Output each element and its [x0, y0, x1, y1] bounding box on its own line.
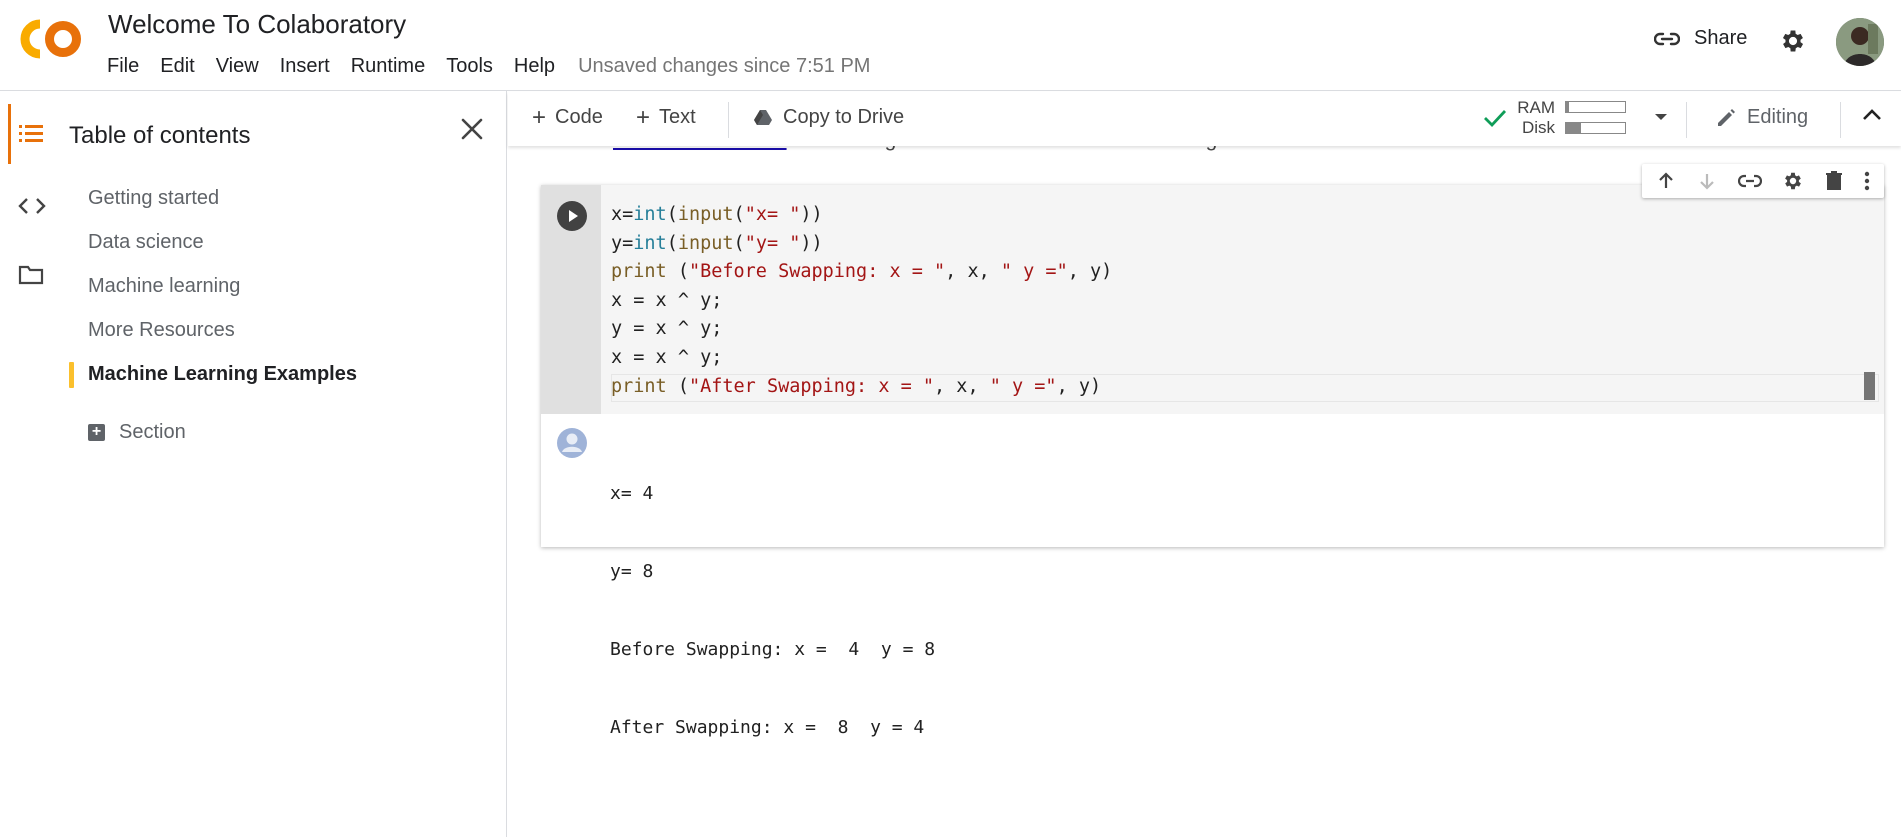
section-label: Section [119, 421, 186, 443]
plus-icon: + [636, 103, 651, 131]
output-user-icon[interactable] [556, 427, 588, 459]
copy-to-drive-label: Copy to Drive [783, 106, 905, 128]
cell-toolbar [1642, 164, 1884, 198]
toc-item-ml-examples[interactable]: Machine Learning Examples [66, 362, 357, 406]
toc-item-machine-learning[interactable]: Machine learning [66, 274, 357, 318]
side-rail [0, 91, 64, 837]
code-line[interactable]: x = x ^ y; [611, 287, 1112, 316]
menu-view[interactable]: View [216, 55, 259, 78]
code-line[interactable]: x=int(input("x= ")) [611, 201, 1112, 230]
disk-label: Disk [1521, 118, 1555, 137]
menu-tools[interactable]: Tools [446, 55, 493, 78]
add-text-label: Text [659, 106, 696, 128]
editing-label: Editing [1747, 106, 1809, 128]
menu-runtime[interactable]: Runtime [351, 55, 425, 78]
settings-gear-icon[interactable] [1779, 27, 1807, 55]
rail-active-indicator [8, 104, 11, 164]
resource-labels[interactable]: RAM Disk [1513, 98, 1555, 138]
connected-check-icon [1484, 110, 1507, 128]
code-cell[interactable]: x=int(input("x= ")) y=int(input("y= ")) pr… [541, 185, 1884, 738]
chevron-down-icon[interactable] [1654, 112, 1668, 122]
notebook-title[interactable]: Welcome To Colaboratory [108, 9, 406, 40]
ram-meter [1565, 101, 1626, 113]
link-icon [1654, 32, 1680, 45]
code-line[interactable]: y = x ^ y; [611, 315, 1112, 344]
link-icon[interactable] [1737, 174, 1762, 188]
toolbar-divider [1686, 102, 1687, 138]
add-text-button[interactable]: + Text [636, 103, 696, 131]
menu-insert[interactable]: Insert [280, 55, 330, 78]
code-line[interactable]: x = x ^ y; [611, 344, 1112, 373]
editing-mode-button[interactable]: Editing [1715, 106, 1808, 129]
notebook-toolbar: + Code + Text Copy to Drive RAM Disk Edi… [508, 92, 1901, 146]
cell-settings-gear-icon[interactable] [1782, 170, 1804, 192]
app-header: Welcome To Colaboratory File Edit View I… [0, 0, 1901, 91]
move-down-icon[interactable] [1697, 171, 1717, 191]
folder-icon[interactable] [18, 264, 44, 286]
delete-trash-icon[interactable] [1825, 171, 1843, 191]
cell-output: x= 4 y= 8 Before Swapping: x = 4 y = 8 A… [610, 429, 935, 793]
toc-item-data-science[interactable]: Data science [66, 230, 357, 274]
chevron-up-icon[interactable] [1862, 108, 1882, 122]
plus-icon: + [532, 103, 547, 131]
disk-meter [1565, 122, 1626, 134]
toc-item-more-resources[interactable]: More Resources [66, 318, 357, 362]
toolbar-divider [1840, 102, 1841, 138]
menu-file[interactable]: File [107, 55, 139, 78]
output-line: After Swapping: x = 8 y = 4 [610, 717, 925, 738]
ram-label: RAM [1517, 98, 1555, 117]
menu-help[interactable]: Help [514, 55, 555, 78]
google-drive-icon [754, 109, 772, 125]
share-label: Share [1694, 27, 1748, 49]
move-up-icon[interactable] [1656, 171, 1676, 191]
output-line: x= 4 [610, 483, 654, 504]
toc-item-getting-started[interactable]: Getting started [66, 186, 357, 230]
disk-meter-fill [1566, 123, 1581, 133]
toolbar-divider [728, 102, 729, 138]
user-avatar[interactable] [1836, 18, 1884, 66]
output-line: y= 8 [610, 561, 654, 582]
table-of-contents-panel: Table of contents Getting started Data s… [0, 91, 507, 837]
toc-list: Getting started Data science Machine lea… [66, 186, 357, 406]
run-cell-play-icon[interactable] [556, 200, 588, 232]
colab-logo[interactable] [20, 18, 84, 60]
menu-bar: File Edit View Insert Runtime Tools Help… [107, 55, 870, 78]
ram-meter-fill [1566, 102, 1569, 112]
more-vert-icon[interactable] [1864, 171, 1870, 191]
code-line[interactable]: y=int(input("y= ")) [611, 230, 1112, 259]
toc-title: Table of contents [69, 122, 251, 149]
menu-edit[interactable]: Edit [160, 55, 194, 78]
add-box-icon: + [88, 424, 105, 441]
avatar-photo-icon [1836, 18, 1884, 66]
add-code-label: Code [555, 106, 603, 128]
close-icon[interactable] [458, 115, 486, 143]
resource-meters[interactable] [1565, 101, 1626, 143]
toc-list-icon[interactable] [18, 123, 44, 145]
copy-to-drive-button[interactable]: Copy to Drive [753, 106, 904, 129]
code-line[interactable]: print ("After Swapping: x = ", x, " y ="… [611, 373, 1112, 402]
code-text[interactable]: x=int(input("x= ")) y=int(input("y= ")) pr… [611, 201, 1112, 401]
code-snippets-icon[interactable] [18, 196, 46, 216]
save-status[interactable]: Unsaved changes since 7:51 PM [578, 55, 870, 78]
code-line[interactable]: print ("Before Swapping: x = ", x, " y =… [611, 258, 1112, 287]
share-button[interactable]: Share [1654, 27, 1747, 50]
pencil-icon [1718, 108, 1735, 126]
add-code-button[interactable]: + Code [532, 103, 603, 131]
output-line: Before Swapping: x = 4 y = 8 [610, 639, 936, 660]
add-section-button[interactable]: + Section [88, 421, 186, 444]
editor-scrollbar[interactable] [1864, 372, 1875, 400]
